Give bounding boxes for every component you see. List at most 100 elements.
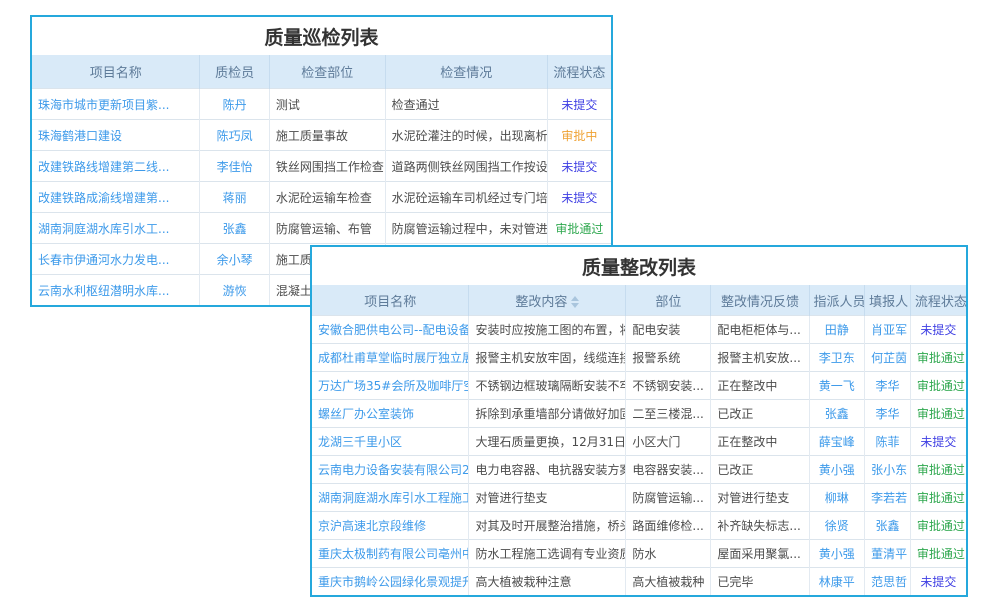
assignee-link[interactable]: 薛宝峰 — [809, 428, 865, 456]
project-name-link[interactable]: 京沪高速北京段维修 — [312, 512, 469, 540]
project-name-link[interactable]: 重庆太极制药有限公司亳州中... — [312, 540, 469, 568]
inspector-link[interactable]: 李佳怡 — [200, 151, 269, 182]
status-badge: 审批通过 — [917, 519, 965, 533]
project-name-link[interactable]: 改建铁路成渝线增建第... — [32, 182, 200, 213]
col-header-status: 流程状态 — [547, 55, 611, 89]
status-badge: 审批通过 — [917, 491, 965, 505]
rectify-content-cell: 对其及时开展整治措施，桥头... — [469, 512, 626, 540]
project-name-link[interactable]: 云南水利枢纽潜明水库... — [32, 275, 200, 306]
status-badge: 未提交 — [920, 323, 956, 337]
inspection-panel-title: 质量巡检列表 — [32, 17, 611, 55]
reporter-link[interactable]: 范思哲 — [865, 568, 911, 596]
inspector-link[interactable]: 余小琴 — [200, 244, 269, 275]
feedback-cell: 正在整改中 — [711, 372, 809, 400]
inspector-link[interactable]: 蒋丽 — [200, 182, 269, 213]
reporter-link[interactable]: 李华 — [865, 400, 911, 428]
sort-carets-icon[interactable] — [571, 296, 579, 308]
assignee-link[interactable]: 黄小强 — [809, 456, 865, 484]
assignee-link[interactable]: 徐贤 — [809, 512, 865, 540]
part-cell: 路面维修检... — [626, 512, 711, 540]
table-row: 云南电力设备安装有限公司20... 电力电容器、电抗器安装方案... 电容器安装… — [312, 456, 966, 484]
col-header-project: 项目名称 — [312, 285, 469, 316]
feedback-cell: 配电柜柜体与... — [711, 316, 809, 344]
status-badge: 审批通过 — [917, 463, 965, 477]
inspection-situation-cell: 道路两侧铁丝网围挡工作按设计... — [385, 151, 547, 182]
reporter-link[interactable]: 张小东 — [865, 456, 911, 484]
col-header-reporter: 填报人 — [865, 285, 911, 316]
status-badge: 未提交 — [561, 191, 597, 205]
col-header-part: 部位 — [626, 285, 711, 316]
table-row: 螺丝厂办公室装饰 拆除到承重墙部分请做好加固... 二至三楼混... 已改正 张… — [312, 400, 966, 428]
inspection-situation-cell: 检查通过 — [385, 89, 547, 120]
assignee-link[interactable]: 田静 — [809, 316, 865, 344]
table-row: 龙湖三千里小区 大理石质量更换，12月31日之... 小区大门 正在整改中 薛宝… — [312, 428, 966, 456]
assignee-link[interactable]: 张鑫 — [809, 400, 865, 428]
inspector-link[interactable]: 游恢 — [200, 275, 269, 306]
col-header-part: 检查部位 — [269, 55, 385, 89]
part-cell: 报警系统 — [626, 344, 711, 372]
inspection-header-row: 项目名称 质检员 检查部位 检查情况 流程状态 — [32, 55, 611, 89]
assignee-link[interactable]: 林康平 — [809, 568, 865, 596]
assignee-link[interactable]: 柳琳 — [809, 484, 865, 512]
rectification-panel: 质量整改列表 项目名称 整改内容 部位 整改情况反馈 指派人员 填报人 流程状态… — [310, 245, 968, 597]
rectify-content-cell: 电力电容器、电抗器安装方案... — [469, 456, 626, 484]
inspector-link[interactable]: 张鑫 — [200, 213, 269, 244]
reporter-link[interactable]: 张鑫 — [865, 512, 911, 540]
rectify-content-cell: 防水工程施工选调有专业资质... — [469, 540, 626, 568]
assignee-link[interactable]: 黄一飞 — [809, 372, 865, 400]
col-header-status: 流程状态 — [910, 285, 966, 316]
table-row: 重庆市鹅岭公园绿化景观提升... 高大植被栽种注意 高大植被栽种 已完毕 林康平… — [312, 568, 966, 596]
sort-descending-icon[interactable] — [571, 303, 579, 308]
sort-ascending-icon[interactable] — [571, 296, 579, 301]
assignee-link[interactable]: 李卫东 — [809, 344, 865, 372]
feedback-cell: 已改正 — [711, 456, 809, 484]
status-badge: 未提交 — [561, 98, 597, 112]
table-row: 改建铁路成渝线增建第... 蒋丽 水泥砼运输车检查 水泥砼运输车司机经过专门培训… — [32, 182, 611, 213]
table-row: 万达广场35#会所及咖啡厅空... 不锈钢边框玻璃隔断安装不牢... 不锈钢安装… — [312, 372, 966, 400]
inspection-part-cell: 测试 — [269, 89, 385, 120]
reporter-link[interactable]: 陈菲 — [865, 428, 911, 456]
project-name-link[interactable]: 长春市伊通河水力发电... — [32, 244, 200, 275]
col-header-content-label: 整改内容 — [515, 295, 567, 310]
project-name-link[interactable]: 重庆市鹅岭公园绿化景观提升... — [312, 568, 469, 596]
reporter-link[interactable]: 李华 — [865, 372, 911, 400]
feedback-cell: 补齐缺失标志... — [711, 512, 809, 540]
status-badge: 审批通过 — [555, 222, 603, 236]
reporter-link[interactable]: 李若若 — [865, 484, 911, 512]
status-badge: 审批通过 — [917, 547, 965, 561]
rectify-content-cell: 对管进行垫支 — [469, 484, 626, 512]
project-name-link[interactable]: 湖南洞庭湖水库引水工程施工标 — [312, 484, 469, 512]
rectification-panel-title: 质量整改列表 — [312, 247, 966, 285]
project-name-link[interactable]: 珠海市城市更新项目紫... — [32, 89, 200, 120]
project-name-link[interactable]: 万达广场35#会所及咖啡厅空... — [312, 372, 469, 400]
part-cell: 不锈钢安装... — [626, 372, 711, 400]
col-header-feedback: 整改情况反馈 — [711, 285, 809, 316]
table-row: 湖南洞庭湖水库引水工... 张鑫 防腐管运输、布管 防腐管运输过程中，未对管进行… — [32, 213, 611, 244]
project-name-link[interactable]: 改建铁路线增建第二线... — [32, 151, 200, 182]
rectification-header-row: 项目名称 整改内容 部位 整改情况反馈 指派人员 填报人 流程状态 — [312, 285, 966, 316]
rectify-content-cell: 不锈钢边框玻璃隔断安装不牢... — [469, 372, 626, 400]
inspection-part-cell: 铁丝网围挡工作检查 — [269, 151, 385, 182]
assignee-link[interactable]: 黄小强 — [809, 540, 865, 568]
table-row: 重庆太极制药有限公司亳州中... 防水工程施工选调有专业资质... 防水 屋面采… — [312, 540, 966, 568]
inspection-situation-cell: 水泥砼灌注的时候，出现离析现象 — [385, 120, 547, 151]
table-row: 珠海市城市更新项目紫... 陈丹 测试 检查通过 未提交 — [32, 89, 611, 120]
feedback-cell: 已完毕 — [711, 568, 809, 596]
project-name-link[interactable]: 珠海鹤港口建设 — [32, 120, 200, 151]
rectify-content-cell: 大理石质量更换，12月31日之... — [469, 428, 626, 456]
project-name-link[interactable]: 螺丝厂办公室装饰 — [312, 400, 469, 428]
part-cell: 防腐管运输... — [626, 484, 711, 512]
reporter-link[interactable]: 肖亚军 — [865, 316, 911, 344]
project-name-link[interactable]: 湖南洞庭湖水库引水工... — [32, 213, 200, 244]
rectification-table: 项目名称 整改内容 部位 整改情况反馈 指派人员 填报人 流程状态 安徽合肥供电… — [312, 285, 966, 595]
project-name-link[interactable]: 龙湖三千里小区 — [312, 428, 469, 456]
reporter-link[interactable]: 何芷茵 — [865, 344, 911, 372]
inspector-link[interactable]: 陈巧凤 — [200, 120, 269, 151]
reporter-link[interactable]: 董清平 — [865, 540, 911, 568]
inspection-part-cell: 防腐管运输、布管 — [269, 213, 385, 244]
inspector-link[interactable]: 陈丹 — [200, 89, 269, 120]
col-header-content[interactable]: 整改内容 — [469, 285, 626, 316]
project-name-link[interactable]: 云南电力设备安装有限公司20... — [312, 456, 469, 484]
project-name-link[interactable]: 安徽合肥供电公司--配电设备... — [312, 316, 469, 344]
project-name-link[interactable]: 成都杜甫草堂临时展厅独立展... — [312, 344, 469, 372]
